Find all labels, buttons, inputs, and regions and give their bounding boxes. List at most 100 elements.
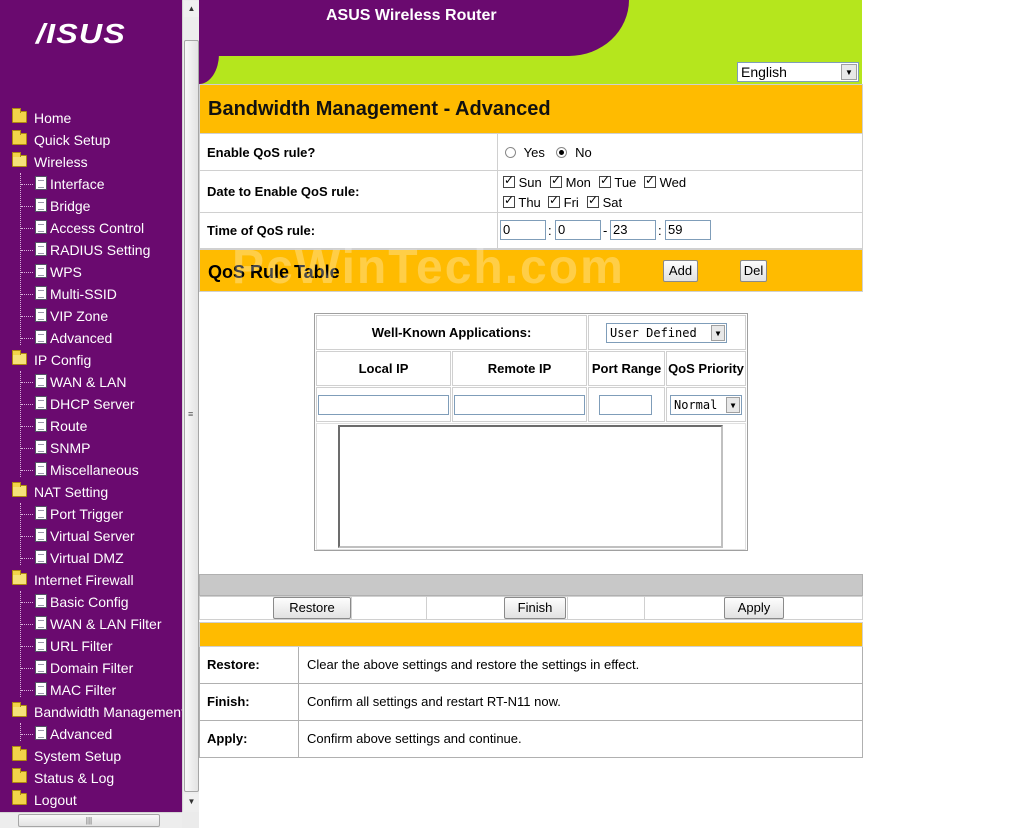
day-checkbox-sat[interactable]: Sat [587, 193, 622, 210]
open-folder-icon [12, 350, 27, 365]
help-row-restore: Restore: Clear the above settings and re… [199, 647, 863, 684]
well-known-apps-select[interactable]: User Defined ▼ [606, 323, 727, 343]
help-key: Restore: [207, 657, 260, 672]
col-remote-ip: Remote IP [452, 351, 587, 386]
tree-line [20, 723, 21, 741]
document-icon [35, 462, 47, 477]
help-header-bar [199, 622, 863, 647]
document-icon [35, 264, 47, 279]
scroll-down-arrow-icon[interactable]: ▼ [184, 794, 199, 810]
well-known-apps-label: Well-Known Applications: [316, 315, 587, 350]
day-checkbox-fri[interactable]: Fri [548, 193, 579, 210]
del-button[interactable]: Del [740, 260, 767, 282]
document-icon [35, 374, 47, 389]
time-start-minute-input[interactable]: 0 [555, 220, 601, 240]
chevron-down-icon[interactable]: ▼ [726, 397, 740, 413]
left-frame: /ISUS Home Quick Setup Wireless Interfac… [0, 0, 199, 828]
checkbox-icon[interactable] [599, 173, 611, 188]
apply-button[interactable]: Apply [724, 597, 784, 619]
sidebar-item-label: Port Trigger [50, 506, 124, 522]
colon-separator: : [658, 223, 662, 238]
checkbox-icon[interactable] [503, 173, 515, 188]
add-button[interactable]: Add [663, 260, 698, 282]
folder-icon [12, 768, 27, 783]
checkbox-icon[interactable] [587, 193, 599, 208]
sidebar-item-label: Bandwidth Management [34, 704, 185, 720]
time-end-minute-input[interactable]: 59 [665, 220, 711, 240]
document-icon [35, 616, 47, 631]
folder-icon [12, 746, 27, 761]
action-button-row: Restore Finish Apply [199, 596, 863, 620]
qos-rule-list[interactable] [338, 425, 723, 548]
document-icon [35, 682, 47, 697]
col-local-ip: Local IP [316, 351, 451, 386]
document-icon [35, 726, 47, 741]
document-icon [35, 176, 47, 191]
day-checkbox-mon[interactable]: Mon [550, 173, 591, 190]
qos-priority-select[interactable]: Normal ▼ [670, 395, 742, 415]
finish-button[interactable]: Finish [504, 597, 566, 619]
time-end-hour-input[interactable]: 23 [610, 220, 656, 240]
document-icon [35, 330, 47, 345]
tree-line [20, 591, 21, 697]
help-text: Confirm above settings and continue. [307, 731, 522, 746]
enable-qos-no-radio[interactable] [556, 147, 568, 158]
sidebar-horizontal-scrollbar[interactable]: ||| [0, 812, 182, 828]
time-start-hour-input[interactable]: 0 [500, 220, 546, 240]
open-folder-icon [12, 152, 27, 167]
no-label: No [575, 145, 592, 160]
vertical-scroll-thumb[interactable]: ≡ [184, 40, 199, 792]
document-icon [35, 440, 47, 455]
sidebar-item-label: WAN & LAN Filter [50, 616, 162, 632]
language-select[interactable]: English ▼ [737, 62, 859, 82]
enable-qos-row: Enable QoS rule? Yes No [199, 134, 863, 171]
help-key: Apply: [207, 731, 248, 746]
sidebar-item-label: Basic Config [50, 594, 129, 610]
folder-icon [12, 790, 27, 805]
chevron-down-icon[interactable]: ▼ [841, 64, 857, 80]
checkbox-icon[interactable] [548, 193, 560, 208]
help-key: Finish: [207, 694, 250, 709]
port-range-input[interactable] [599, 395, 652, 415]
document-icon [35, 550, 47, 565]
qos-rule-table-title: QoS Rule Table [208, 262, 340, 282]
checkbox-icon[interactable] [550, 173, 562, 188]
sidebar-item-label: Logout [34, 792, 77, 808]
sidebar-item-label: VIP Zone [50, 308, 109, 324]
day-label: Mon [565, 175, 591, 190]
day-checkbox-thu[interactable]: Thu [503, 193, 541, 210]
banner-title: ASUS Wireless Router [326, 7, 497, 24]
folder-icon [12, 130, 27, 145]
checkbox-icon[interactable] [503, 193, 515, 208]
sidebar-item-label: Route [50, 418, 88, 434]
sidebar-item-label: Quick Setup [34, 132, 111, 148]
dash-separator: - [603, 223, 608, 238]
day-label: Tue [614, 175, 637, 190]
day-checkbox-tue[interactable]: Tue [599, 173, 637, 190]
time-row: Time of QoS rule: 0 : 0 - 23 : 59 [199, 213, 863, 249]
scroll-up-arrow-icon[interactable]: ▲ [184, 1, 199, 17]
remote-ip-input[interactable] [454, 395, 585, 415]
document-icon [35, 220, 47, 235]
day-label: Wed [659, 175, 687, 190]
day-checkbox-sun[interactable]: Sun [503, 173, 542, 190]
colon-separator: : [548, 223, 552, 238]
open-folder-icon [12, 570, 27, 585]
help-row-apply: Apply: Confirm above settings and contin… [199, 721, 863, 758]
day-label: Thu [518, 195, 541, 210]
sidebar-item-label: Miscellaneous [50, 462, 139, 478]
document-icon [35, 308, 47, 323]
sidebar-vertical-scrollbar[interactable]: ▲ ≡ ▼ [182, 0, 199, 812]
restore-button[interactable]: Restore [273, 597, 351, 619]
enable-qos-yes-radio[interactable] [505, 147, 516, 158]
horizontal-scroll-thumb[interactable]: ||| [18, 814, 160, 827]
asus-logo: /ISUS [36, 18, 126, 49]
local-ip-input[interactable] [318, 395, 449, 415]
checkbox-icon[interactable] [644, 173, 656, 188]
day-checkbox-wed[interactable]: Wed [644, 173, 687, 190]
sidebar-item-label: Virtual DMZ [50, 550, 124, 566]
enable-qos-label: Enable QoS rule? [207, 145, 316, 160]
document-icon [35, 286, 47, 301]
chevron-down-icon[interactable]: ▼ [711, 325, 725, 341]
sidebar-item-label: WAN & LAN [50, 374, 127, 390]
